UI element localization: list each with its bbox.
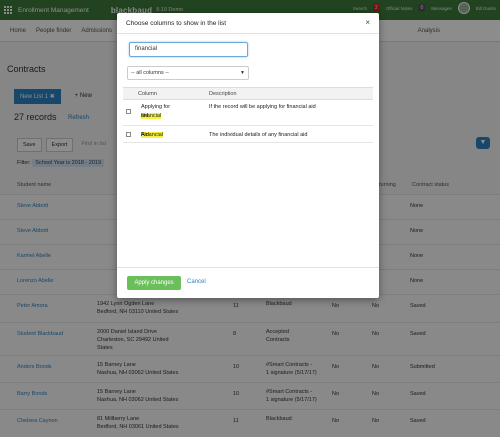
choose-columns-dialog: Choose columns to show in the list × fin… [117,13,379,298]
select-value: -- all columns -- [131,70,169,76]
checkbox[interactable] [126,132,131,137]
divider [117,267,379,268]
column-search-input[interactable]: financial [129,42,248,57]
dialog-title: Choose columns to show in the list [126,20,227,27]
close-icon[interactable]: × [365,18,370,27]
option-description: The individual details of any financial … [209,132,308,138]
header-description: Description [209,91,237,97]
column-option-row[interactable]: Applying for financial aid If the record… [123,101,373,126]
checkbox[interactable] [126,109,131,114]
header-column: Column [138,91,157,97]
column-category-select[interactable]: -- all columns -- ▼ [127,66,249,80]
divider [117,33,379,34]
option-label-rest: aid [141,113,149,119]
column-option-row[interactable]: Financial Aid The individual details of … [123,127,373,143]
option-description: If the record will be applying for finan… [209,104,316,110]
cancel-button[interactable]: Cancel [187,279,206,285]
option-label-line1: Applying for [141,104,171,110]
apply-changes-button[interactable]: Apply changes [127,276,181,290]
chevron-down-icon: ▼ [240,70,245,76]
option-label-rest: Aid [141,132,149,138]
columns-table-header: Column Description [123,87,373,100]
